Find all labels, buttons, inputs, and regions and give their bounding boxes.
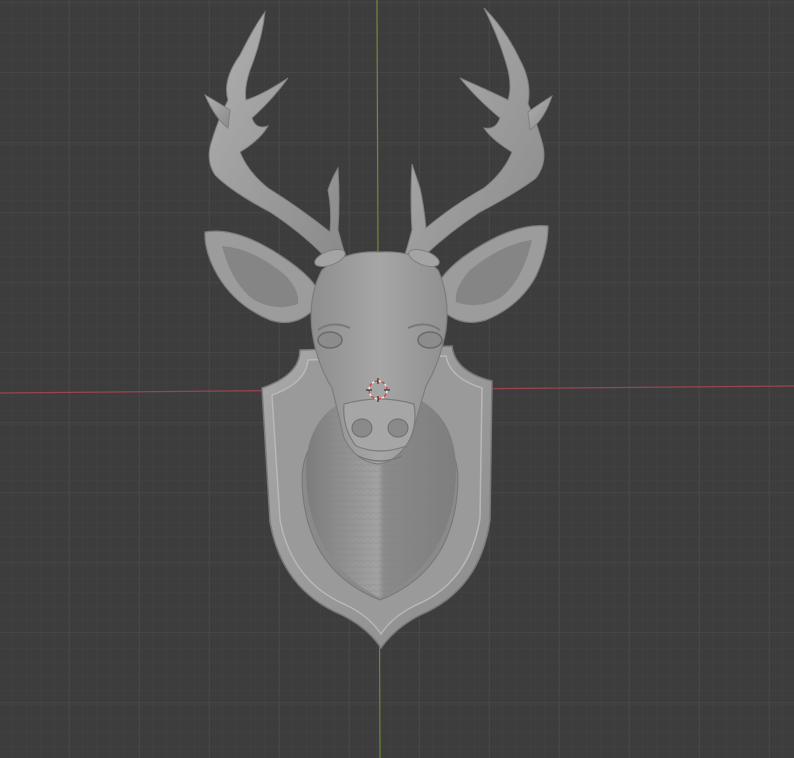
left-nostril bbox=[351, 418, 373, 438]
3d-viewport[interactable] bbox=[0, 0, 794, 758]
right-nostril bbox=[387, 418, 409, 438]
left-eye bbox=[317, 331, 343, 349]
right-eye bbox=[417, 331, 443, 349]
viewport-canvas[interactable] bbox=[0, 0, 794, 758]
